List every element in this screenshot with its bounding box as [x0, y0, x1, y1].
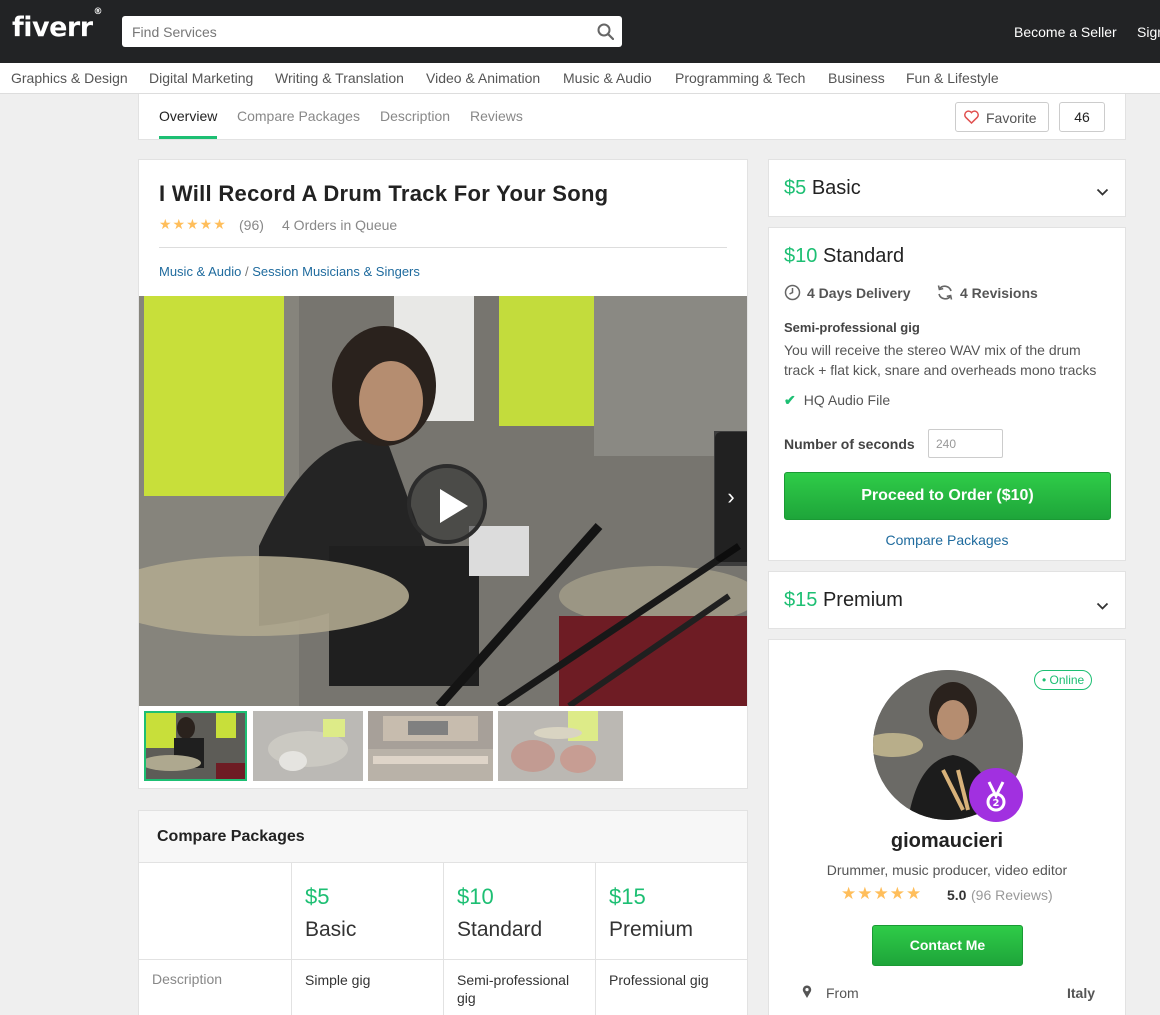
- compare-price-premium: $15: [609, 884, 646, 909]
- package-basic-collapsed[interactable]: $5 Basic: [768, 159, 1126, 217]
- compare-packages-header: Compare Packages: [139, 811, 747, 863]
- proceed-to-order-button[interactable]: Proceed to Order ($10): [784, 472, 1111, 520]
- column-divider: [291, 863, 292, 1015]
- package-basic-title: $5 Basic: [784, 177, 861, 199]
- category-programming-tech[interactable]: Programming & Tech: [675, 70, 805, 86]
- tab-reviews[interactable]: Reviews: [470, 108, 523, 124]
- gig-review-count[interactable]: (96): [239, 217, 264, 233]
- thumbnail-image: [253, 711, 363, 781]
- compare-description-premium: Professional gig: [609, 972, 709, 988]
- fiverr-logo[interactable]: fiverr®: [12, 7, 103, 43]
- column-divider: [595, 863, 596, 1015]
- divider: [159, 247, 727, 248]
- tab-compare-packages[interactable]: Compare Packages: [237, 108, 360, 124]
- compare-packages-table: Compare Packages $5 Basic $10 Standard $…: [138, 810, 748, 1015]
- compare-row-label-description: Description: [152, 971, 223, 987]
- compare-packages-heading: Compare Packages: [157, 828, 305, 845]
- favorite-count: 46: [1059, 102, 1105, 132]
- compare-description-basic: Simple gig: [305, 972, 371, 988]
- compare-price-basic: $5: [305, 884, 330, 909]
- package-premium-collapsed[interactable]: $15 Premium: [768, 571, 1126, 629]
- compare-description-standard: Semi-professional gig: [457, 972, 570, 1006]
- play-button[interactable]: [407, 464, 487, 544]
- seller-username[interactable]: giomaucieri: [769, 830, 1125, 853]
- seller-country: Italy: [1067, 985, 1096, 1001]
- search-icon[interactable]: [597, 23, 615, 45]
- package-standard-title: $10 Standard: [784, 245, 905, 267]
- category-graphics-design[interactable]: Graphics & Design: [11, 70, 128, 86]
- seconds-label: Number of seconds: [784, 436, 915, 452]
- chevron-down-icon[interactable]: [1096, 598, 1109, 616]
- breadcrumb: Music & Audio / Session Musicians & Sing…: [159, 264, 420, 279]
- row-divider: [139, 959, 747, 960]
- feature-hq-audio: ✔ HQ Audio File: [784, 392, 891, 408]
- compare-name-premium: Premium: [609, 918, 694, 941]
- chevron-down-icon[interactable]: [1096, 184, 1109, 202]
- location-pin-icon: [802, 985, 812, 1004]
- thumbnail-3[interactable]: [368, 711, 493, 781]
- favorite-button[interactable]: Favorite: [955, 102, 1049, 132]
- check-icon: ✔: [784, 392, 796, 408]
- compare-name-standard: Standard: [457, 918, 543, 941]
- seller-rating-value: 5.0: [947, 887, 967, 903]
- category-writing-translation[interactable]: Writing & Translation: [275, 70, 404, 86]
- sign-in-link[interactable]: Sign: [1137, 24, 1160, 40]
- refresh-icon: [937, 285, 953, 300]
- seller-card: 2 • Online giomaucieri Drummer, music pr…: [768, 639, 1126, 1015]
- gig-video-player[interactable]: ›: [139, 296, 747, 706]
- favorite-label: Favorite: [986, 110, 1037, 126]
- compare-packages-link[interactable]: Compare Packages: [769, 532, 1125, 548]
- gig-title: I Will Record A Drum Track For Your Song: [159, 181, 609, 206]
- online-status-badge: • Online: [1034, 670, 1093, 690]
- thumbnail-4[interactable]: [498, 711, 623, 781]
- search-input[interactable]: [122, 16, 582, 47]
- category-fun-lifestyle[interactable]: Fun & Lifestyle: [906, 70, 999, 86]
- gig-overview-panel: I Will Record A Drum Track For Your Song…: [138, 159, 748, 789]
- category-video-animation[interactable]: Video & Animation: [426, 70, 540, 86]
- breadcrumb-music-audio[interactable]: Music & Audio: [159, 264, 241, 279]
- thumbnail-1[interactable]: [144, 711, 247, 781]
- breadcrumb-separator: /: [245, 264, 249, 279]
- thumbnail-image: [146, 713, 245, 779]
- package-premium-title: $15 Premium: [784, 589, 903, 611]
- compare-name-basic: Basic: [305, 918, 357, 941]
- category-digital-marketing[interactable]: Digital Marketing: [149, 70, 253, 86]
- contact-me-button[interactable]: Contact Me: [872, 925, 1023, 966]
- column-divider: [443, 863, 444, 1015]
- category-bar: Graphics & Design Digital Marketing Writ…: [0, 63, 1160, 94]
- seller-rating-stars: ★★★★★: [841, 884, 923, 903]
- next-slide-arrow[interactable]: ›: [715, 432, 747, 562]
- active-tab-indicator: [159, 136, 217, 139]
- tab-description[interactable]: Description: [380, 108, 450, 124]
- seller-tagline: Drummer, music producer, video editor: [826, 862, 1068, 878]
- from-label: From: [826, 985, 859, 1001]
- orders-in-queue: 4 Orders in Queue: [282, 217, 398, 233]
- gig-subnav: Overview Compare Packages Description Re…: [138, 94, 1126, 140]
- seconds-input[interactable]: [928, 429, 1003, 458]
- package-standard-expanded: $10 Standard 4 Days Delivery 4 Revisions…: [768, 227, 1126, 561]
- gig-rating-stars: ★★★★★: [159, 216, 227, 232]
- breadcrumb-session-musicians[interactable]: Session Musicians & Singers: [252, 264, 420, 279]
- search-bar: [122, 16, 622, 47]
- become-seller-link[interactable]: Become a Seller: [1014, 24, 1117, 40]
- clock-icon: [784, 284, 801, 301]
- tab-overview[interactable]: Overview: [159, 108, 217, 124]
- level-badge-icon: 2: [969, 768, 1023, 822]
- seller-review-count[interactable]: (96 Reviews): [971, 887, 1053, 903]
- category-music-audio[interactable]: Music & Audio: [563, 70, 652, 86]
- thumbnail-2[interactable]: [253, 711, 363, 781]
- category-business[interactable]: Business: [828, 70, 885, 86]
- svg-text:2: 2: [993, 798, 1000, 809]
- top-header: fiverr® Become a Seller Sign: [0, 0, 1160, 63]
- compare-price-standard: $10: [457, 884, 494, 909]
- thumbnail-image: [498, 711, 623, 781]
- thumbnail-image: [368, 711, 493, 781]
- package-description: You will receive the stereo WAV mix of t…: [784, 342, 1097, 378]
- delivery-info: 4 Days Delivery: [784, 284, 911, 301]
- revisions-info: 4 Revisions: [936, 284, 1038, 301]
- heart-icon: [964, 110, 979, 127]
- package-subtitle: Semi-professional gig: [784, 320, 920, 335]
